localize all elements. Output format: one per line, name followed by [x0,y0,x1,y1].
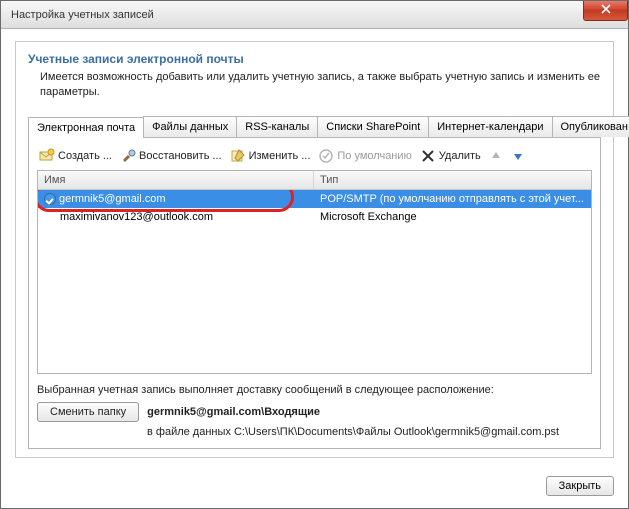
delivery-section: Выбранная учетная запись выполняет доста… [37,384,592,438]
section-title: Учетные записи электронной почты [28,52,601,66]
default-account-icon [44,193,56,205]
account-settings-window: Настройка учетных записей Учетные записи… [0,0,629,509]
accounts-grid: Имя Тип germnik5@gmail.com POP/SMTP (по … [37,170,592,374]
create-button[interactable]: Создать [39,148,112,164]
tabstrip: Электронная почта Файлы данных RSS-канал… [28,116,601,138]
titlebar: Настройка учетных записей [1,1,628,29]
check-circle-icon [318,148,334,164]
tab-rss[interactable]: RSS-каналы [236,116,318,137]
edit-icon [230,148,246,164]
close-button[interactable]: Закрыть [546,476,614,496]
account-type: Microsoft Exchange [314,211,591,223]
account-row[interactable]: maximivanov123@outlook.com Microsoft Exc… [38,208,591,226]
arrow-up-icon [489,149,503,163]
main-panel: Учетные записи электронной почты Имеется… [15,41,614,458]
grid-body: germnik5@gmail.com POP/SMTP (по умолчани… [38,190,591,373]
restore-button[interactable]: Восстановить [120,148,222,164]
account-row[interactable]: germnik5@gmail.com POP/SMTP (по умолчани… [38,190,591,208]
delivery-path: в файле данных C:\Users\ПК\Documents\Фай… [147,426,592,438]
toolbar: Создать Восстановить Изменить [37,146,592,170]
delivery-folder: germnik5@gmail.com\Входящие [147,406,320,418]
tab-published[interactable]: Опубликован [552,116,629,137]
account-type: POP/SMTP (по умолчанию отправлять с этой… [314,193,591,205]
arrow-down-icon [511,149,525,163]
tab-sharepoint[interactable]: Списки SharePoint [317,116,429,137]
repair-icon [120,148,136,164]
content-area: Учетные записи электронной почты Имеется… [1,29,628,468]
footer: Закрыть [1,468,628,508]
column-header-name[interactable]: Имя [38,171,314,189]
move-up-button[interactable] [489,149,503,163]
change-folder-button[interactable]: Сменить папку [37,402,139,422]
edit-button[interactable]: Изменить [230,148,311,164]
delete-x-icon [420,148,436,164]
tab-email[interactable]: Электронная почта [28,117,144,138]
tab-data-files[interactable]: Файлы данных [143,116,237,137]
window-close-button[interactable] [583,1,628,21]
window-title: Настройка учетных записей [11,9,154,21]
delivery-intro: Выбранная учетная запись выполняет доста… [37,384,592,396]
set-default-button[interactable]: По умолчанию [318,148,411,164]
close-icon [601,4,611,17]
grid-header: Имя Тип [38,171,591,190]
new-mail-icon [39,148,55,164]
tab-body: Создать Восстановить Изменить [28,138,601,449]
account-name: maximivanov123@outlook.com [60,211,213,223]
section-description: Имеется возможность добавить или удалить… [40,70,601,100]
tab-internet-calendars[interactable]: Интернет-календари [428,116,552,137]
delete-button[interactable]: Удалить [420,148,481,164]
move-down-button[interactable] [511,149,525,163]
column-header-type[interactable]: Тип [314,171,591,189]
account-name: germnik5@gmail.com [59,193,166,205]
